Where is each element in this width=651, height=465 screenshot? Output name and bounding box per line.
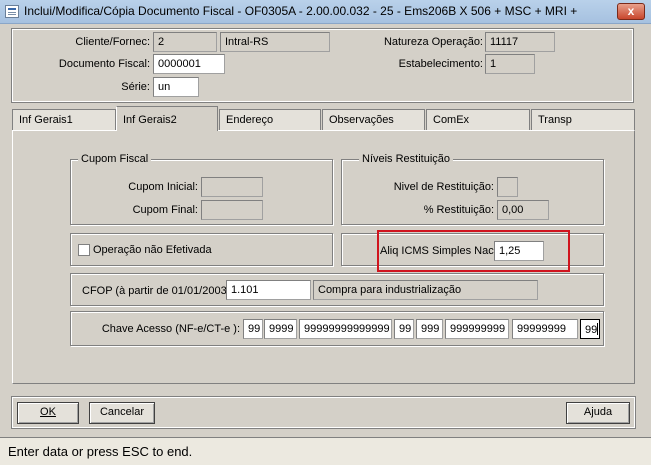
natureza-label: Natureza Operação:: [383, 36, 483, 48]
tab-comex[interactable]: ComEx: [426, 109, 530, 130]
cupom-inicial-label: Cupom Inicial:: [128, 181, 198, 193]
nivel-restituicao-field: [497, 177, 518, 197]
documento-label: Documento Fiscal:: [58, 58, 150, 70]
percent-restituicao-label: % Restituição:: [423, 204, 494, 216]
documento-field[interactable]: 0000001: [153, 54, 225, 74]
percent-restituicao-field: 0,00: [497, 200, 549, 220]
chave-segment-7[interactable]: 99999999: [512, 319, 578, 339]
restituicao-title: Níveis Restituição: [359, 153, 454, 165]
chave-label: Chave Acesso (NF-e/CT-e ):: [101, 323, 240, 335]
serie-field[interactable]: un: [153, 77, 199, 97]
help-button[interactable]: Ajuda: [566, 402, 630, 424]
tab-inf-gerais1[interactable]: Inf Gerais1: [12, 109, 116, 130]
tab-observacoes[interactable]: Observações: [322, 109, 425, 130]
operacao-label: Operação não Efetivada: [93, 244, 212, 256]
cfop-code-field[interactable]: 1.101: [226, 280, 311, 300]
chave-segment-4[interactable]: 99: [394, 319, 414, 339]
window-title: Inclui/Modifica/Cópia Documento Fiscal -…: [24, 4, 578, 18]
chave-segment-3[interactable]: 99999999999999: [299, 319, 392, 339]
serie-label: Série:: [121, 81, 150, 93]
cupom-final-field: [201, 200, 263, 220]
operacao-checkbox[interactable]: [78, 244, 90, 256]
estabelecimento-label: Estabelecimento:: [398, 58, 483, 70]
cupom-inicial-field: [201, 177, 263, 197]
cfop-description-field: Compra para industrialização: [313, 280, 538, 300]
cancel-button[interactable]: Cancelar: [89, 402, 155, 424]
text-caret: [597, 323, 599, 335]
chave-segment-1[interactable]: 99: [243, 319, 263, 339]
title-bar: Inclui/Modifica/Cópia Documento Fiscal -…: [0, 0, 651, 24]
cliente-label: Cliente/Fornec:: [75, 36, 150, 48]
status-bar: Enter data or press ESC to end.: [0, 437, 651, 465]
app-icon: [5, 5, 19, 18]
tab-endereco[interactable]: Endereço: [219, 109, 321, 130]
aliq-highlight-box: [377, 230, 570, 272]
cliente-code-field: 2: [153, 32, 217, 52]
chave-segment-8[interactable]: 99: [580, 319, 600, 339]
ok-button[interactable]: OK: [17, 402, 79, 424]
chave-segment-8-text: 99: [585, 324, 598, 336]
natureza-field: 11117: [485, 32, 555, 52]
ok-button-label: OK: [40, 406, 56, 418]
cupom-fiscal-title: Cupom Fiscal: [78, 153, 152, 165]
tab-transp[interactable]: Transp: [531, 109, 635, 130]
cancel-button-label: Cancelar: [99, 406, 145, 418]
chave-segment-5[interactable]: 999: [416, 319, 443, 339]
close-button[interactable]: x: [617, 3, 645, 20]
status-text: Enter data or press ESC to end.: [8, 444, 193, 459]
tab-inf-gerais2[interactable]: Inf Gerais2: [116, 106, 218, 131]
cupom-final-label: Cupom Final:: [132, 204, 198, 216]
cliente-name-field: Intral-RS: [220, 32, 330, 52]
chave-segment-2[interactable]: 9999: [264, 319, 297, 339]
cfop-label: CFOP (à partir de 01/01/2003): [82, 285, 231, 297]
estabelecimento-field: 1: [485, 54, 535, 74]
chave-segment-6[interactable]: 999999999: [445, 319, 509, 339]
help-button-label: Ajuda: [583, 406, 613, 418]
nivel-restituicao-label: Nivel de Restituição:: [393, 181, 494, 193]
